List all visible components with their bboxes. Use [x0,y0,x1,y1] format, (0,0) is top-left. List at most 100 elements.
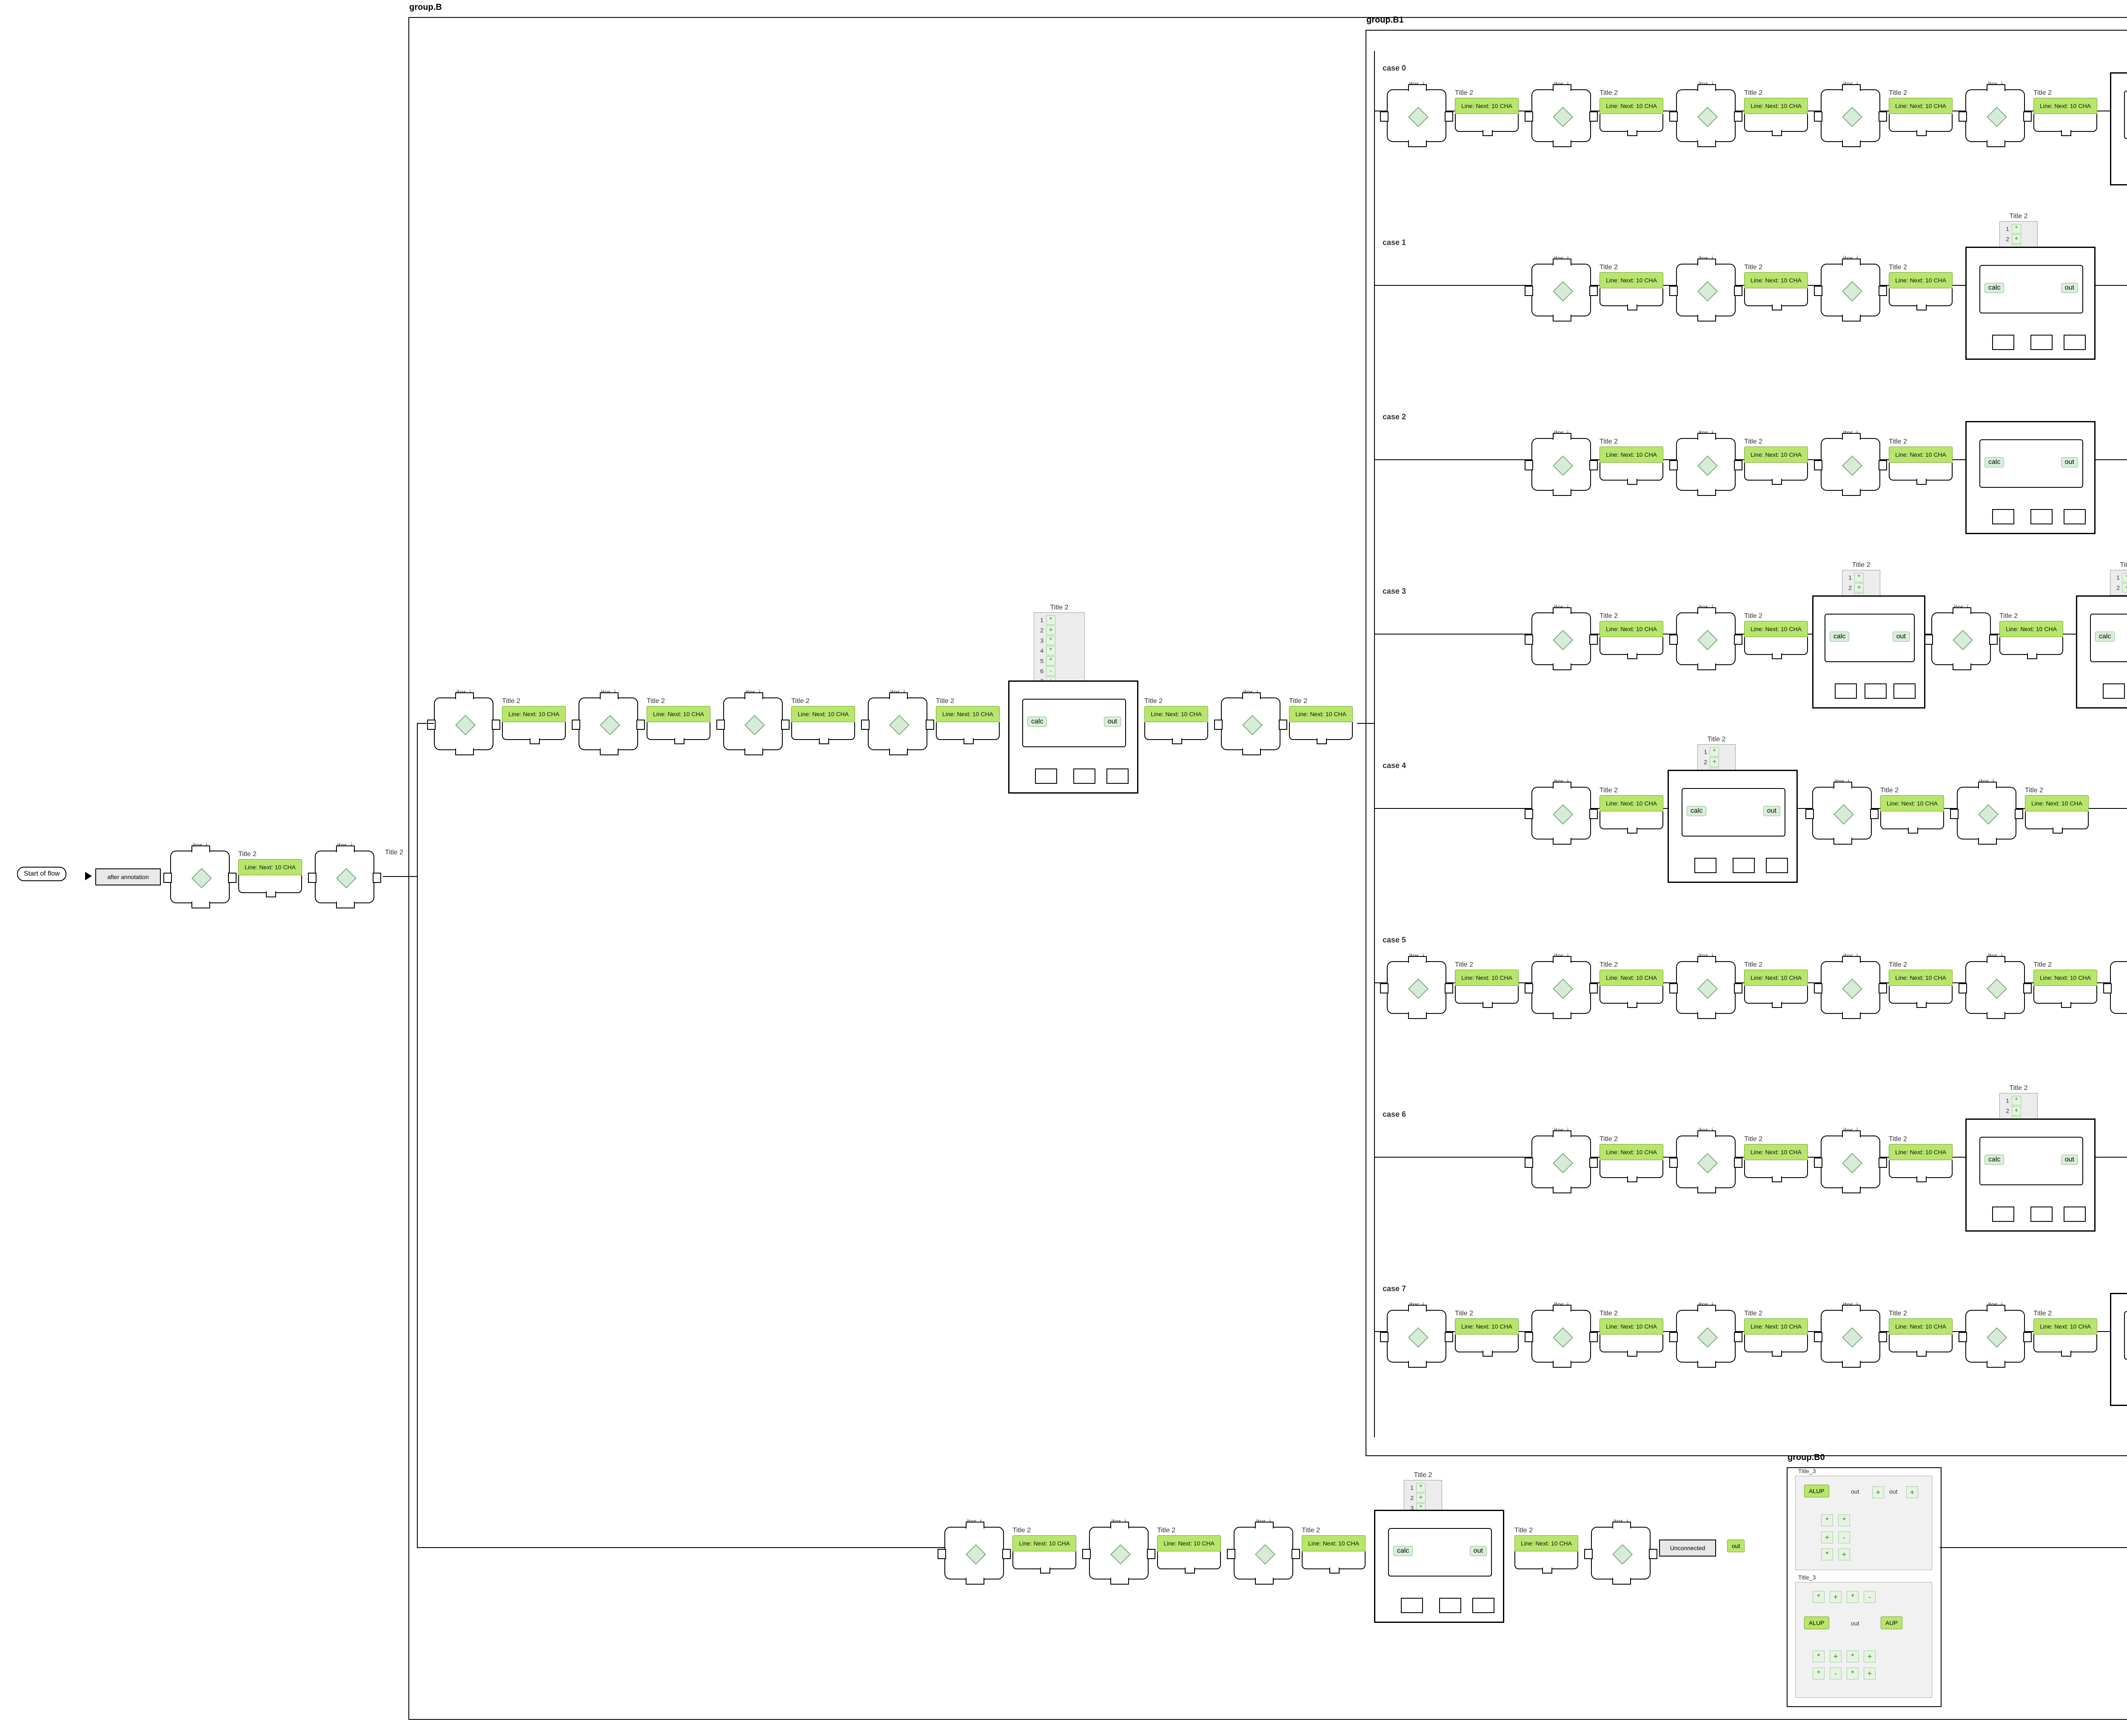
iter-block[interactable]: iter_i [1676,953,1736,1014]
line-block[interactable]: Title 2Line: Next: 10 CHA [1455,89,1519,132]
unconnected-node[interactable]: Unconnected [1659,1540,1716,1557]
iter-block[interactable]: iter_i [1531,430,1591,491]
line-block[interactable]: Title 2Line: Next: 10 CHA [1157,1527,1221,1569]
iter-block[interactable]: iter_i [1387,953,1446,1014]
iter-block[interactable]: iter_i [1821,255,1880,316]
line-block[interactable]: Title 2Line: Next: 10 CHA [1889,1310,1953,1352]
line-block[interactable]: Title 2Line: Next: 10 CHA [1600,264,1663,306]
start-node[interactable]: Start of flow [17,867,66,881]
iter-block[interactable]: iter_i [1531,81,1591,142]
line-block[interactable]: Title 2Line: Next: 10 CHA [1744,438,1808,481]
iter-block[interactable]: iter_i [1676,1301,1736,1363]
iter-block[interactable]: iter_i [1531,604,1591,665]
line-block[interactable]: Title 2Line: Next: 10 CHA [1889,961,1953,1004]
iter-block[interactable]: iter_i [1387,1301,1446,1363]
iter-block[interactable]: iter_i [1531,778,1591,840]
gm-panel[interactable]: Title_3 * + * - ALUP out AUP * + * + * -… [1795,1582,1932,1698]
gm-panel[interactable]: Title_3 ALUP out + out + * + * * - + [1795,1476,1932,1570]
iter-block[interactable]: iter_i [1821,81,1880,142]
line-block[interactable]: Title 2Line: Next: 10 CHA [2033,961,2097,1004]
iter-block[interactable]: iter_i [1676,1127,1736,1188]
iter-block[interactable]: iter_i [579,689,638,750]
mux-block[interactable]: calc out [2076,595,2127,709]
line-block[interactable]: Title 2 Line: Next: 10 CHA [238,851,302,893]
line-block[interactable]: Title 2Line: Next: 10 CHA [1744,1136,1808,1178]
mux-block[interactable]: calc out [1008,680,1138,794]
line-block[interactable]: Title 2Line: Next: 10 CHA [1455,1310,1519,1352]
line-block[interactable]: Title 2Line: Next: 10 CHA [1600,1136,1663,1178]
iter-block[interactable]: iter_i [434,689,493,750]
iter-block[interactable]: iter_i [1931,604,1991,665]
iter-block[interactable]: iter_i [1676,255,1736,316]
line-block[interactable]: Title 2Line: Next: 10 CHA [791,697,855,740]
iter-block[interactable]: iter_i [1531,255,1591,316]
line-block[interactable]: Title 2Line: Next: 10 CHA [1600,89,1663,132]
iter-block[interactable]: iter_i [315,842,374,903]
line-block[interactable]: Title 2Line: Next: 10 CHA [1889,264,1953,306]
iter-block[interactable]: iter_i [1821,953,1880,1014]
iter-block[interactable]: iter_i [170,842,230,903]
iter-block[interactable]: iter_i [1089,1518,1149,1579]
iter-block[interactable]: iter_i [1821,430,1880,491]
iter-block[interactable]: iter_i [1531,1301,1591,1363]
iter-block[interactable]: iter_i [944,1518,1004,1579]
line-block[interactable]: Title 2Line: Next: 10 CHA [1455,961,1519,1004]
line-block[interactable]: Title 2Line: Next: 10 CHA [647,697,710,740]
iter-block[interactable]: iter_i [1965,81,2025,142]
line-block[interactable]: Title 2Line: Next: 10 CHA [1889,1136,1953,1178]
iter-block[interactable]: iter_i [1812,778,1872,840]
iter-block[interactable]: iter_i [1221,689,1280,750]
line-block[interactable]: Title 2Line: Next: 10 CHA [1514,1527,1578,1569]
iter-block[interactable]: iter_i [1821,1301,1880,1363]
line-block[interactable]: Title 2Line: Next: 10 CHA [1744,264,1808,306]
line-block[interactable]: Title 2Line: Next: 10 CHA [2025,787,2089,829]
line-block[interactable]: Title 2Line: Next: 10 CHA [1600,787,1663,829]
iter-block[interactable]: iter_i [1676,81,1736,142]
highlight-chip[interactable]: out [1727,1540,1745,1552]
iter-block[interactable]: iter_i [1591,1518,1651,1579]
mux-block[interactable]: calc out [1668,770,1798,883]
mux-block[interactable]: calc out [1965,247,2096,360]
iter-block[interactable]: iter_i [1676,604,1736,665]
line-block[interactable]: Title 2Line: Next: 10 CHA [2033,1310,2097,1352]
line-block[interactable]: Title 2Line: Next: 10 CHA [1600,438,1663,481]
annotation-node[interactable]: after annotation [95,868,161,885]
line-block[interactable]: Title 2Line: Next: 10 CHA [1744,1310,1808,1352]
line-block[interactable]: Title 2Line: Next: 10 CHA [1012,1527,1076,1569]
iter-block[interactable]: iter_i [1965,953,2025,1014]
iter-block[interactable]: iter_i [2110,953,2127,1014]
iter-block[interactable]: iter_i [1676,430,1736,491]
iter-block[interactable]: iter_i [723,689,783,750]
line-block[interactable]: Title 2Line: Next: 10 CHA [1889,89,1953,132]
line-block[interactable]: Title 2Line: Next: 10 CHA [1744,89,1808,132]
line-block[interactable]: Title 2Line: Next: 10 CHA [1999,612,2063,655]
mux-block[interactable]: calc out [2110,72,2127,185]
iter-block[interactable]: iter_i [1821,1127,1880,1188]
mux-block[interactable]: calc out [1374,1510,1504,1623]
line-block[interactable]: Title 2Line: Next: 10 CHA [1600,961,1663,1004]
line-block[interactable]: Title 2Line: Next: 10 CHA [1289,697,1353,740]
line-block[interactable]: Title 2Line: Next: 10 CHA [1600,1310,1663,1352]
iter-block[interactable]: iter_i [1387,81,1446,142]
line-block[interactable]: Title 2Line: Next: 10 CHA [1302,1527,1366,1569]
iter-block[interactable]: iter_i [1531,1127,1591,1188]
line-block[interactable]: Title 2Line: Next: 10 CHA [1600,612,1663,655]
iter-block[interactable]: iter_i [1234,1518,1293,1579]
line-block[interactable]: Title 2Line: Next: 10 CHA [1880,787,1944,829]
iter-block[interactable]: iter_i [1965,1301,2025,1363]
line-block[interactable]: Title 2Line: Next: 10 CHA [936,697,1000,740]
line-block[interactable]: Title 2Line: Next: 10 CHA [1744,961,1808,1004]
mux-block[interactable]: calc out [1812,595,1925,709]
mux-block[interactable]: calc out [1965,1118,2096,1232]
mux-block[interactable]: calc out [2110,1293,2127,1406]
line-block[interactable]: Title 2Line: Next: 10 CHA [1889,438,1953,481]
line-block[interactable]: Title 2Line: Next: 10 CHA [502,697,566,740]
iter-block[interactable]: iter_i [1957,778,2016,840]
iter-block[interactable]: iter_i [868,689,927,750]
mux-block[interactable]: calc out [1965,421,2096,534]
line-block[interactable]: Title 2Line: Next: 10 CHA [1144,697,1208,740]
iter-block[interactable]: iter_i [1531,953,1591,1014]
line-block[interactable]: Title 2Line: Next: 10 CHA [1744,612,1808,655]
line-block[interactable]: Title 2Line: Next: 10 CHA [2033,89,2097,132]
expr-stack[interactable]: Title 2 1* 2+ [2110,561,2127,595]
